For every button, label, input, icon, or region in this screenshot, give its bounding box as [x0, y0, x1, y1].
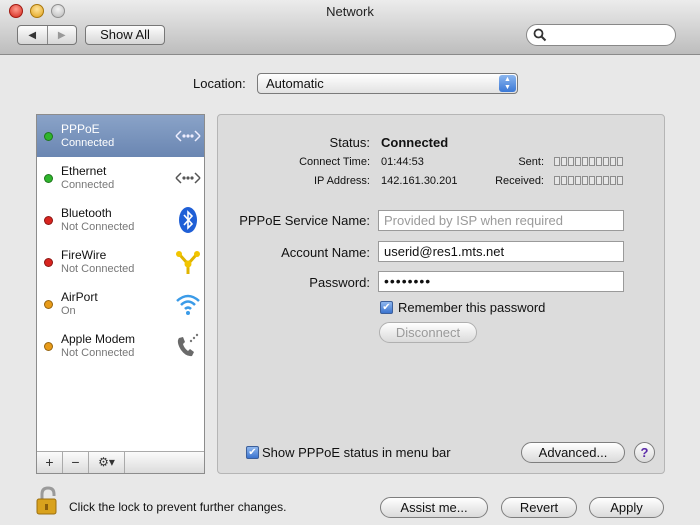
status-value: Connected	[381, 135, 449, 150]
window-toolbar: Network ◀ ▶ Show All	[0, 0, 700, 55]
advanced-button[interactable]: Advanced...	[521, 442, 625, 463]
back-button[interactable]: ◀	[18, 26, 47, 44]
service-item-airport[interactable]: AirPort On	[37, 283, 204, 325]
disconnect-button[interactable]: Disconnect	[379, 322, 477, 343]
service-status: Connected	[61, 179, 115, 191]
connect-time-value: 01:44:53	[381, 156, 424, 168]
service-details-panel: Status: Connected Connect Time: 01:44:53…	[217, 114, 665, 474]
pppoe-icon	[175, 130, 201, 142]
location-value: Automatic	[266, 76, 324, 91]
window-title: Network	[326, 4, 374, 19]
password-label: Password:	[309, 275, 370, 290]
location-select[interactable]: Automatic ▲ ▼	[257, 73, 518, 94]
status-dot	[44, 258, 53, 267]
revert-button[interactable]: Revert	[501, 497, 577, 518]
show-status-menubar-label: Show PPPoE status in menu bar	[262, 445, 451, 460]
account-name-field[interactable]: userid@res1.mts.net	[378, 241, 624, 262]
service-item-firewire[interactable]: FireWire Not Connected	[37, 241, 204, 283]
location-label: Location:	[193, 76, 246, 91]
search-field[interactable]	[526, 24, 676, 46]
service-action-menu[interactable]: ⚙▾	[89, 452, 125, 473]
status-dot	[44, 132, 53, 141]
service-status: On	[61, 305, 76, 317]
status-dot	[44, 216, 53, 225]
add-service-button[interactable]: +	[37, 452, 63, 473]
service-name: AirPort	[61, 290, 98, 304]
ip-address-value: 142.161.30.201	[381, 175, 458, 187]
forward-button[interactable]: ▶	[46, 26, 77, 44]
received-label: Received:	[495, 175, 544, 187]
apply-button[interactable]: Apply	[589, 497, 664, 518]
connect-time-label: Connect Time:	[299, 156, 370, 168]
service-status: Not Connected	[61, 347, 135, 359]
remember-password-label: Remember this password	[398, 300, 546, 315]
service-list-footer: + − ⚙▾	[37, 451, 204, 473]
service-name: Bluetooth	[61, 206, 112, 220]
help-button[interactable]: ?	[634, 442, 655, 463]
airport-icon	[176, 294, 200, 315]
status-dot	[44, 342, 53, 351]
back-forward-control: ◀ ▶	[17, 25, 77, 45]
service-item-pppoe[interactable]: PPPoE Connected	[37, 115, 204, 157]
status-dot	[44, 300, 53, 309]
ip-address-label: IP Address:	[313, 175, 370, 187]
lock-message: Click the lock to prevent further change…	[69, 500, 287, 514]
password-field[interactable]: ••••••••	[378, 271, 624, 292]
service-name-label: PPPoE Service Name:	[239, 213, 370, 228]
search-input[interactable]	[551, 27, 669, 43]
service-list: PPPoE Connected Ethernet Connected Bluet…	[36, 114, 205, 474]
show-all-button[interactable]: Show All	[85, 25, 165, 45]
bluetooth-icon	[179, 207, 197, 233]
search-icon	[533, 28, 547, 42]
service-item-bluetooth[interactable]: Bluetooth Not Connected	[37, 199, 204, 241]
account-name-label: Account Name:	[281, 245, 370, 260]
service-item-apple-modem[interactable]: Apple Modem Not Connected	[37, 325, 204, 367]
firewire-icon	[176, 251, 200, 274]
service-status: Not Connected	[61, 221, 135, 233]
status-dot	[44, 174, 53, 183]
received-activity-meter	[554, 176, 626, 186]
assist-me-button[interactable]: Assist me...	[380, 497, 488, 518]
service-name: Ethernet	[61, 164, 107, 178]
remove-service-button[interactable]: −	[63, 452, 89, 473]
status-label: Status:	[329, 135, 370, 150]
service-item-ethernet[interactable]: Ethernet Connected	[37, 157, 204, 199]
service-name: FireWire	[61, 248, 107, 262]
remember-password-checkbox[interactable]: ✔	[380, 301, 393, 314]
sent-label: Sent:	[518, 156, 544, 168]
service-name-field[interactable]: Provided by ISP when required	[378, 210, 624, 231]
lock-icon[interactable]	[36, 486, 60, 516]
ethernet-icon	[175, 172, 201, 184]
service-status: Connected	[61, 137, 115, 149]
modem-icon	[177, 333, 199, 357]
show-status-menubar-checkbox[interactable]: ✔	[246, 446, 259, 459]
service-name: PPPoE	[61, 122, 100, 136]
service-name: Apple Modem	[61, 332, 136, 346]
sent-activity-meter	[554, 157, 626, 167]
popup-arrows-icon: ▲ ▼	[499, 75, 516, 92]
service-status: Not Connected	[61, 263, 135, 275]
